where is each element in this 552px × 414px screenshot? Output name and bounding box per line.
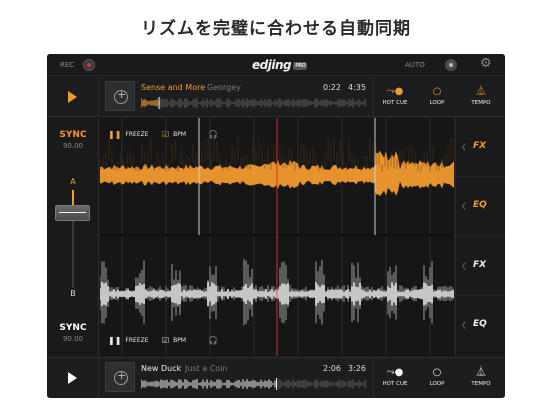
deck-a-track-bar: Sense and More Georgey 0:22 4:35 ⤳● HOT … <box>47 77 505 117</box>
app-logo: edjing PRO <box>252 58 308 72</box>
deck-a-total-time: 4:35 <box>348 83 366 92</box>
right-effects-panel: ❮ FX ❮ EQ ❮ FX ❮ EQ <box>455 118 505 356</box>
deck-b-hot-cue-button[interactable]: ⤳● HOT CUE <box>376 358 414 398</box>
play-icon[interactable] <box>68 91 77 103</box>
deck-a-tempo-button[interactable]: ⏅ TEMPO <box>462 77 500 117</box>
deck-b-elapsed-time: 2:06 <box>323 364 341 373</box>
pause-icon: ❚❚ <box>108 129 122 139</box>
deck-a-fx-button[interactable]: ❮ FX <box>456 118 505 177</box>
deck-a-track-artist: Georgey <box>207 83 241 92</box>
chevron-left-icon: ❮ <box>461 321 467 329</box>
deck-a-sync-button[interactable]: SYNC <box>47 130 99 140</box>
pause-icon: ❚❚ <box>108 335 122 345</box>
metronome-icon: ⏅ <box>476 367 486 378</box>
crossfader-label-a: A <box>70 177 76 186</box>
deck-a-cover-art[interactable] <box>105 81 135 111</box>
deck-b-total-time: 3:26 <box>348 364 366 373</box>
crossfader-handle[interactable] <box>55 205 90 221</box>
deck-b-headphones-button[interactable]: 🎧 <box>208 332 218 348</box>
hot-cue-icon: ⤳● <box>386 86 404 97</box>
top-bar: REC edjing PRO AUTO ⚙ <box>47 54 505 76</box>
rec-label: REC <box>60 61 75 69</box>
deck-b-sync-button[interactable]: SYNC <box>47 323 99 333</box>
loop-icon: ○ <box>432 367 442 378</box>
hot-cue-icon: ⤳● <box>386 367 404 378</box>
metronome-icon: ⏅ <box>476 86 486 97</box>
deck-a-track-title: Sense and More <box>141 83 206 92</box>
chevron-left-icon: ❮ <box>461 262 467 270</box>
deck-b-play-button[interactable] <box>47 358 99 398</box>
chevron-left-icon: ❮ <box>461 143 467 151</box>
dj-app-window: REC edjingPRO AUTO ⚙ Sense and More Geor… <box>47 54 505 398</box>
headphones-icon: 🎧 <box>208 335 218 345</box>
deck-a-bpm-value: 90.00 <box>62 142 84 150</box>
gear-icon[interactable]: ⚙ <box>480 57 492 71</box>
waveform-display[interactable] <box>100 118 454 356</box>
pro-badge: PRO <box>293 61 308 70</box>
deck-a-overview-waveform[interactable] <box>141 97 367 109</box>
deck-b-track-artist: Just a Coin <box>185 364 228 373</box>
deck-b-overview-waveform[interactable] <box>141 378 367 390</box>
crossfader-label-b: B <box>70 289 76 298</box>
deck-a-loop-button[interactable]: ○ LOOP <box>418 77 456 117</box>
headline: リズムを完璧に合わせる自動同期 <box>141 19 411 39</box>
auto-icon[interactable] <box>445 59 457 71</box>
deck-b-loop-button[interactable]: ○ LOOP <box>418 358 456 398</box>
deck-b-eq-button[interactable]: ❮ EQ <box>456 296 505 355</box>
deck-b-track-bar: New Duck Just a Coin 2:06 3:26 ⤳● HOT CU… <box>47 357 505 398</box>
deck-a-bpm-button[interactable]: ☑ BPM <box>162 126 186 142</box>
deck-b-track-title: New Duck <box>141 364 182 373</box>
deck-b-cover-art[interactable] <box>105 362 135 392</box>
left-control-panel: SYNC 90.00 A B SYNC 90.00 <box>47 118 99 356</box>
loop-icon: ○ <box>432 86 442 97</box>
deck-b-tempo-button[interactable]: ⏅ TEMPO <box>462 358 500 398</box>
play-icon[interactable] <box>68 372 77 384</box>
deck-a-play-button[interactable] <box>47 77 99 117</box>
chevron-left-icon: ❮ <box>461 202 467 210</box>
waveform-area[interactable]: ❚❚ FREEZE ☑ BPM 🎧 ❚❚ FREEZE ☑ BPM 🎧 <box>100 118 454 356</box>
deck-b-bpm-button[interactable]: ☑ BPM <box>162 332 186 348</box>
deck-a-elapsed-time: 0:22 <box>323 83 341 92</box>
deck-b-bpm-value: 90.00 <box>62 335 84 343</box>
headphones-icon: 🎧 <box>208 129 218 139</box>
edit-icon: ☑ <box>162 129 170 139</box>
record-icon[interactable] <box>83 59 95 71</box>
auto-label: AUTO <box>405 61 425 69</box>
deck-a-freeze-button[interactable]: ❚❚ FREEZE <box>108 126 149 142</box>
deck-a-headphones-button[interactable]: 🎧 <box>208 126 218 142</box>
deck-a-eq-button[interactable]: ❮ EQ <box>456 177 505 236</box>
deck-b-fx-button[interactable]: ❮ FX <box>456 237 505 296</box>
deck-b-freeze-button[interactable]: ❚❚ FREEZE <box>108 332 149 348</box>
edit-icon: ☑ <box>162 335 170 345</box>
deck-a-hot-cue-button[interactable]: ⤳● HOT CUE <box>376 77 414 117</box>
